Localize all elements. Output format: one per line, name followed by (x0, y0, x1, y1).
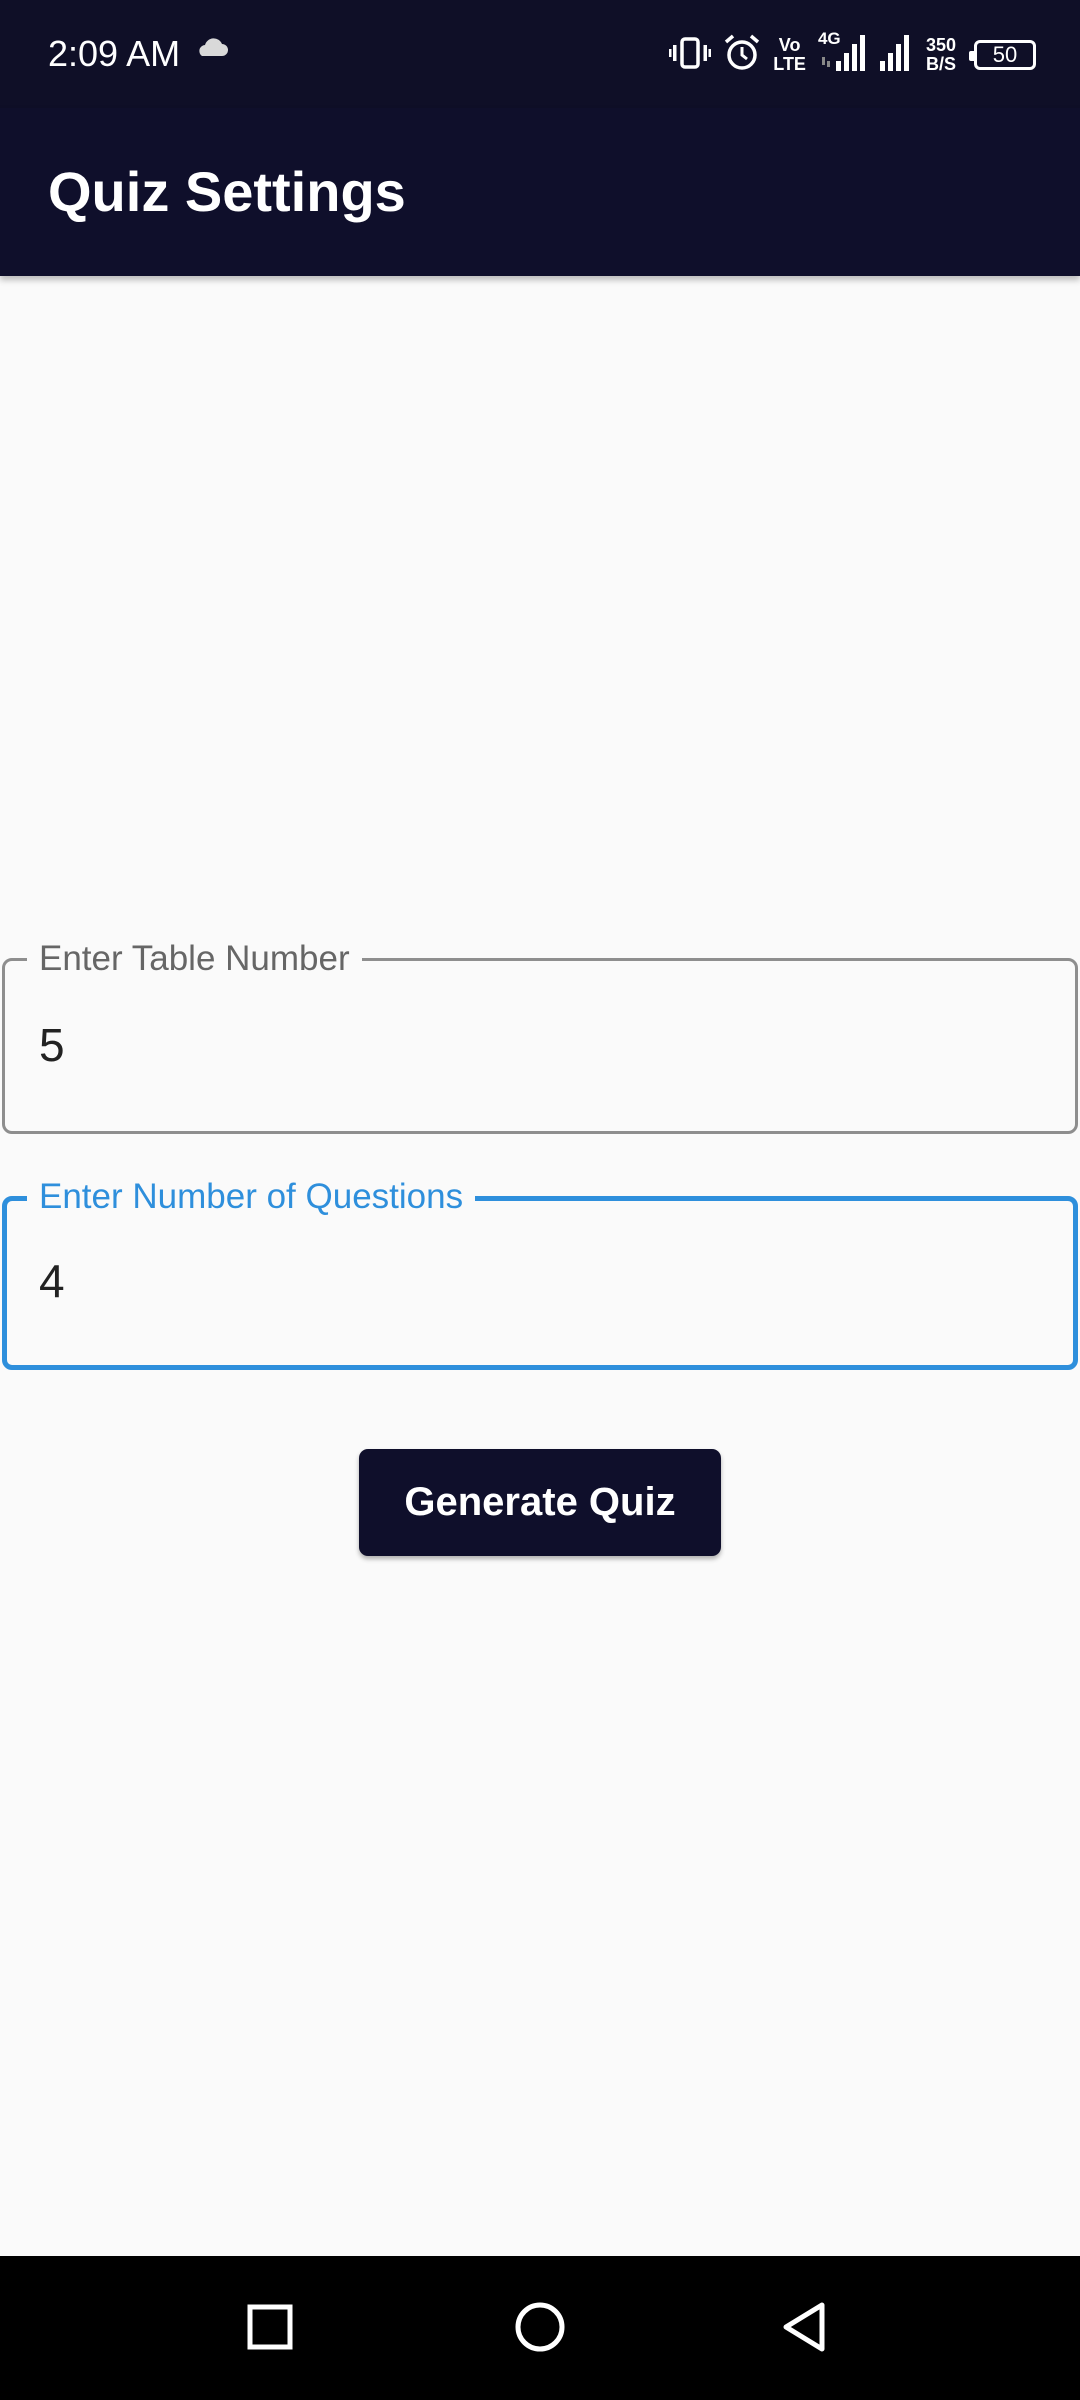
volte-top: Vo (778, 35, 801, 55)
cloud-icon (194, 38, 228, 63)
back-button[interactable] (760, 2284, 850, 2374)
net-speed-value: 350 (925, 35, 956, 55)
signal-icon-2 (878, 33, 914, 78)
back-icon (780, 2301, 830, 2358)
status-time: 2:09 AM (48, 33, 181, 74)
navigation-bar (0, 2256, 1080, 2400)
page-title: Quiz Settings (48, 160, 406, 223)
app-bar: Quiz Settings (0, 108, 1080, 276)
signal-icon: 4G (818, 29, 866, 78)
question-count-value[interactable]: 4 (39, 1253, 65, 1309)
recents-button[interactable] (225, 2284, 315, 2374)
volte-bottom: LTE (773, 54, 806, 74)
vibrate-icon (669, 35, 712, 76)
status-bar: 2:09 AM Vo LTE 4G 350 B/S 50 (0, 0, 1080, 108)
alarm-icon (723, 34, 761, 77)
status-icons: Vo LTE 4G 350 B/S 50 (669, 29, 1036, 80)
net-speed-unit: B/S (925, 54, 956, 74)
net-speed: 350 B/S (926, 36, 956, 74)
question-count-field[interactable]: Enter Number of Questions 4 (2, 1175, 1078, 1370)
home-icon (514, 2301, 566, 2358)
recents-icon (246, 2303, 294, 2356)
table-number-field[interactable]: Enter Table Number 5 (2, 937, 1078, 1134)
battery-icon: 50 (969, 40, 1036, 70)
home-button[interactable] (495, 2284, 585, 2374)
generate-quiz-button[interactable]: Generate Quiz (359, 1449, 721, 1556)
table-number-value[interactable]: 5 (39, 1017, 65, 1073)
question-count-label: Enter Number of Questions (27, 1175, 476, 1219)
battery-level: 50 (992, 42, 1018, 67)
network-type: 4G (817, 28, 841, 48)
volte-indicator: Vo LTE (773, 36, 806, 74)
table-number-label: Enter Table Number (27, 937, 362, 981)
